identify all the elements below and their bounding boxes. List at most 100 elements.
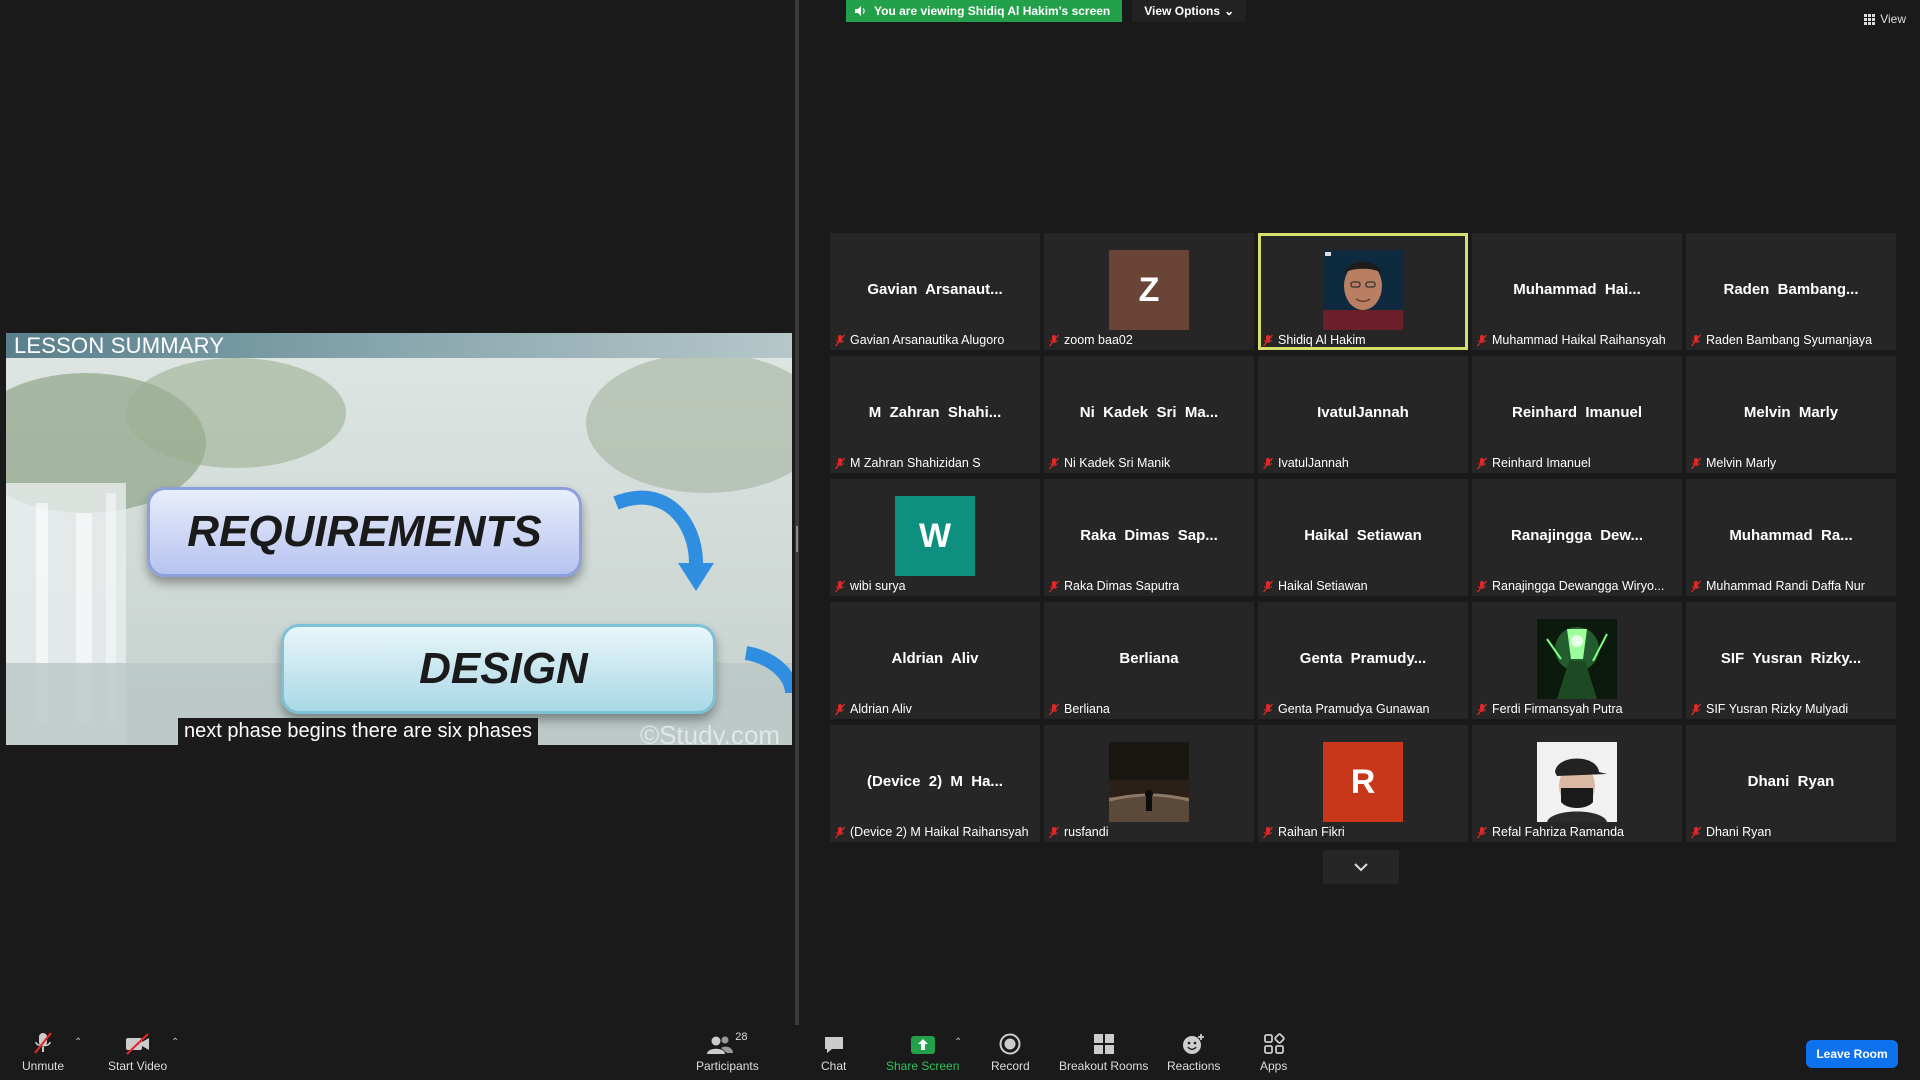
participant-display-name: M Zahran Shahi... — [868, 404, 1002, 421]
participant-display-name: Aldrian Aliv — [891, 650, 979, 667]
divider-handle[interactable] — [796, 526, 798, 552]
participant-name-footer: Ni Kadek Sri Manik — [1048, 456, 1170, 470]
participant-tile[interactable]: Genta Pramudy... Genta Pramudya Gunawan — [1258, 602, 1468, 719]
participant-tile[interactable]: IvatulJannah IvatulJannah — [1258, 356, 1468, 473]
participant-name-footer: Berliana — [1048, 702, 1110, 716]
participant-full-name: Haikal Setiawan — [1278, 579, 1368, 593]
participant-display-name: Raden Bambang... — [1723, 281, 1859, 298]
participant-display-name: Haikal Setiawan — [1304, 527, 1422, 544]
participant-name-footer: Refal Fahriza Ramanda — [1476, 825, 1624, 839]
participant-photo — [1537, 742, 1617, 822]
participant-tile[interactable]: Gavian Arsanaut... Gavian Arsanautika Alu… — [830, 233, 1040, 350]
participant-full-name: Reinhard Imanuel — [1492, 456, 1591, 470]
video-options-caret[interactable]: ⌃ — [171, 1037, 179, 1048]
participant-tile[interactable]: Dhani Ryan Dhani Ryan — [1686, 725, 1896, 842]
participant-display-name: IvatulJannah — [1317, 404, 1409, 421]
view-button[interactable]: View — [1864, 12, 1906, 26]
participant-full-name: Ranajingga Dewangga Wiryo... — [1492, 579, 1665, 593]
participant-name-footer: zoom baa02 — [1048, 333, 1133, 347]
reactions-label: Reactions — [1167, 1059, 1221, 1073]
participant-display-name: Melvin Marly — [1743, 404, 1839, 421]
leave-room-button[interactable]: Leave Room — [1806, 1040, 1898, 1068]
participant-name-footer: rusfandi — [1048, 825, 1108, 839]
mic-muted-icon — [1690, 334, 1702, 346]
mic-muted-icon — [1476, 580, 1488, 592]
participant-photo — [1109, 742, 1189, 822]
slide-title: LESSON SUMMARY — [6, 333, 792, 358]
breakout-rooms-icon — [1093, 1034, 1114, 1054]
mic-muted-icon — [34, 1032, 52, 1054]
participant-tile[interactable]: Refal Fahriza Ramanda — [1472, 725, 1682, 842]
mic-muted-icon — [1476, 457, 1488, 469]
participant-tile[interactable]: Ferdi Firmansyah Putra — [1472, 602, 1682, 719]
unmute-button[interactable]: Unmute — [22, 1031, 64, 1073]
participant-tile[interactable]: Ranajingga Dew... Ranajingga Dewangga Wir… — [1472, 479, 1682, 596]
mic-muted-icon — [1262, 457, 1274, 469]
participant-tile[interactable]: Shidiq Al Hakim — [1258, 233, 1468, 350]
breakout-rooms-button[interactable]: Breakout Rooms — [1059, 1031, 1148, 1073]
participant-full-name: Aldrian Aliv — [850, 702, 912, 716]
view-label: View — [1880, 12, 1906, 26]
participant-tile[interactable]: Wwibi surya — [830, 479, 1040, 596]
start-video-button[interactable]: Start Video — [108, 1031, 167, 1073]
gallery-scroll-down-button[interactable] — [1323, 850, 1399, 884]
participant-tile[interactable]: rusfandi — [1044, 725, 1254, 842]
participant-tile[interactable]: Reinhard Imanuel Reinhard Imanuel — [1472, 356, 1682, 473]
participant-tile[interactable]: (Device 2) M Ha... (Device 2) M Haikal Ra… — [830, 725, 1040, 842]
participant-tile[interactable]: Raden Bambang... Raden Bambang Syumanjaya — [1686, 233, 1896, 350]
view-options-label: View Options — [1144, 4, 1221, 18]
share-options-caret[interactable]: ⌃ — [954, 1037, 962, 1048]
participant-display-name: SIF Yusran Rizky... — [1720, 650, 1862, 667]
participant-tile[interactable]: Berliana Berliana — [1044, 602, 1254, 719]
mic-muted-icon — [834, 826, 846, 838]
participant-tile[interactable]: Ni Kadek Sri Ma... Ni Kadek Sri Manik — [1044, 356, 1254, 473]
shared-screen-pane: LESSON SUMMARY REQUIREMENTS DESIGN ©Stud… — [0, 0, 795, 1025]
participant-tile[interactable]: Aldrian Aliv Aldrian Aliv — [830, 602, 1040, 719]
participant-name-footer: Raka Dimas Saputra — [1048, 579, 1179, 593]
chevron-down-icon: ⌄ — [1224, 4, 1235, 18]
reactions-button[interactable]: Reactions — [1167, 1031, 1220, 1073]
mic-muted-icon — [1476, 334, 1488, 346]
participants-button[interactable]: 28 Participants — [696, 1031, 759, 1073]
mic-muted-icon — [1262, 334, 1274, 346]
audio-options-caret[interactable]: ⌃ — [74, 1037, 82, 1048]
participant-full-name: Raden Bambang Syumanjaya — [1706, 333, 1873, 347]
participants-icon — [707, 1036, 734, 1054]
design-box: DESIGN — [281, 624, 716, 714]
participant-full-name: Genta Pramudya Gunawan — [1278, 702, 1430, 716]
participant-tile[interactable]: Melvin Marly Melvin Marly — [1686, 356, 1896, 473]
participant-full-name: rusfandi — [1064, 825, 1109, 839]
participant-name-footer: Haikal Setiawan — [1262, 579, 1368, 593]
mic-muted-icon — [1690, 826, 1702, 838]
apps-icon — [1263, 1033, 1285, 1054]
mic-muted-icon — [1690, 457, 1702, 469]
speaker-icon — [855, 6, 865, 16]
meeting-toolbar: Unmute ⌃ Start Video ⌃ 28 Participants C… — [0, 1025, 1920, 1080]
participant-tile[interactable]: Muhammad Hai... Muhammad Haikal Raihansya… — [1472, 233, 1682, 350]
start-video-label: Start Video — [108, 1059, 168, 1073]
participant-tile[interactable]: Muhammad Ra... Muhammad Randi Daffa Nur — [1686, 479, 1896, 596]
view-options-button[interactable]: View Options ⌄ — [1132, 0, 1247, 22]
requirements-box: REQUIREMENTS — [147, 487, 582, 577]
apps-button[interactable]: Apps — [1260, 1031, 1287, 1073]
participant-display-name: Raka Dimas Sap... — [1080, 527, 1218, 544]
participant-display-name: Genta Pramudy... — [1299, 650, 1427, 667]
chat-button[interactable]: Chat — [821, 1031, 846, 1073]
split-divider[interactable] — [795, 0, 799, 1025]
mic-muted-icon — [1048, 826, 1060, 838]
participant-tile[interactable]: Zzoom baa02 — [1044, 233, 1254, 350]
participant-name-footer: Genta Pramudya Gunawan — [1262, 702, 1429, 716]
share-screen-button[interactable]: Share Screen — [886, 1031, 959, 1073]
mic-muted-icon — [1048, 703, 1060, 715]
share-screen-label: Share Screen — [886, 1059, 960, 1073]
participant-full-name: Ferdi Firmansyah Putra — [1492, 702, 1623, 716]
participant-tile[interactable]: R Raihan Fikri — [1258, 725, 1468, 842]
record-label: Record — [991, 1059, 1030, 1073]
participant-tile[interactable]: Haikal Setiawan Haikal Setiawan — [1258, 479, 1468, 596]
record-button[interactable]: Record — [991, 1031, 1030, 1073]
participant-tile[interactable]: Raka Dimas Sap... Raka Dimas Saputra — [1044, 479, 1254, 596]
closed-caption: next phase begins there are six phases — [178, 718, 538, 745]
participant-tile[interactable]: M Zahran Shahi... M Zahran Shahizidan S — [830, 356, 1040, 473]
participant-name-footer: Melvin Marly — [1690, 456, 1776, 470]
participant-tile[interactable]: SIF Yusran Rizky... SIF Yusran Rizky Muly… — [1686, 602, 1896, 719]
